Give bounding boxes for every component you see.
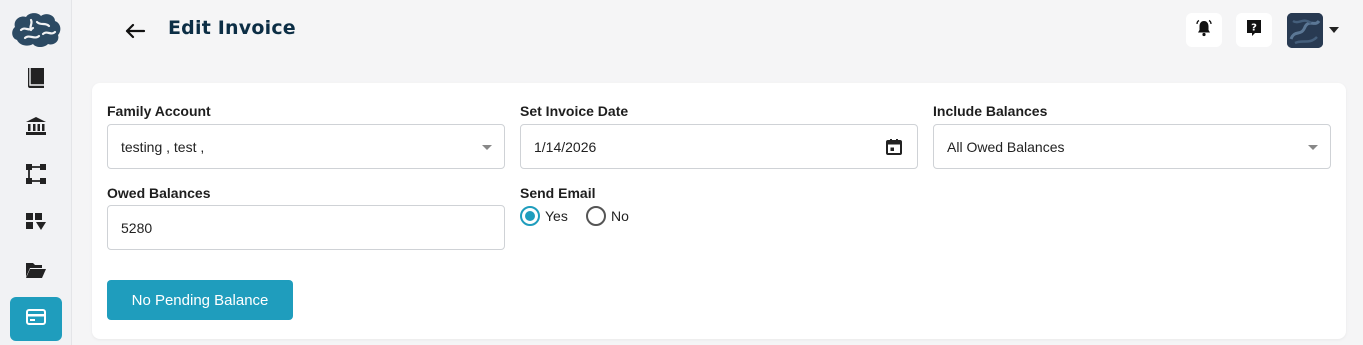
bell-icon: [1195, 19, 1213, 42]
back-button[interactable]: [122, 18, 148, 44]
family-account-select[interactable]: testing , test ,: [107, 124, 505, 169]
radio-unchecked-icon: [586, 206, 606, 226]
bank-icon: [25, 116, 47, 141]
folder-open-icon: [25, 261, 47, 284]
flow-icon: [25, 163, 47, 190]
sidebar-item-files[interactable]: [10, 250, 62, 294]
credit-card-icon: [25, 308, 47, 331]
sidebar-item-workflow[interactable]: [10, 154, 62, 198]
avatar[interactable]: [1287, 13, 1323, 48]
chevron-down-icon: [482, 145, 492, 150]
sidebar-item-bank[interactable]: [10, 106, 62, 150]
svg-text:?: ?: [1251, 22, 1257, 33]
book-icon: [26, 67, 46, 94]
include-balances-value: All Owed Balances: [947, 138, 1065, 155]
invoice-date-field[interactable]: 1/14/2026: [520, 124, 918, 169]
send-email-no-radio[interactable]: No: [586, 206, 629, 226]
family-account-label: Family Account: [107, 103, 211, 119]
invoice-date-label: Set Invoice Date: [520, 103, 629, 119]
account-menu-chevron-down-icon[interactable]: [1329, 27, 1339, 33]
chevron-down-icon: [1308, 145, 1318, 150]
include-balances-select[interactable]: All Owed Balances: [933, 124, 1331, 169]
send-email-yes-radio[interactable]: Yes: [520, 206, 568, 226]
page-title: Edit Invoice: [168, 17, 296, 39]
owed-balances-value: 5280: [121, 219, 153, 236]
include-balances-label: Include Balances: [933, 103, 1048, 119]
calendar-icon[interactable]: [885, 138, 903, 156]
header: Edit Invoice ?: [72, 0, 1363, 70]
sidebar-item-books[interactable]: [10, 58, 62, 102]
owed-balances-label: Owed Balances: [107, 185, 211, 201]
owed-balances-input[interactable]: 5280: [107, 205, 505, 250]
invoice-date-value: 1/14/2026: [534, 138, 597, 155]
no-pending-balance-button[interactable]: No Pending Balance: [107, 280, 293, 320]
send-email-label: Send Email: [520, 185, 596, 201]
family-account-value: testing , test ,: [121, 138, 205, 155]
help-button[interactable]: ?: [1236, 13, 1272, 47]
help-icon: ?: [1246, 19, 1262, 42]
sidebar: [0, 0, 72, 345]
notifications-button[interactable]: [1186, 13, 1222, 47]
arrow-left-icon: [122, 23, 148, 48]
radio-checked-icon: [520, 206, 540, 226]
send-email-yes-label: Yes: [545, 208, 568, 224]
sidebar-item-invoices[interactable]: [10, 297, 62, 341]
sidebar-item-filter[interactable]: [10, 202, 62, 246]
brain-logo-icon[interactable]: [9, 10, 63, 50]
send-email-no-label: No: [611, 208, 629, 224]
grid-filter-icon: [25, 212, 47, 237]
